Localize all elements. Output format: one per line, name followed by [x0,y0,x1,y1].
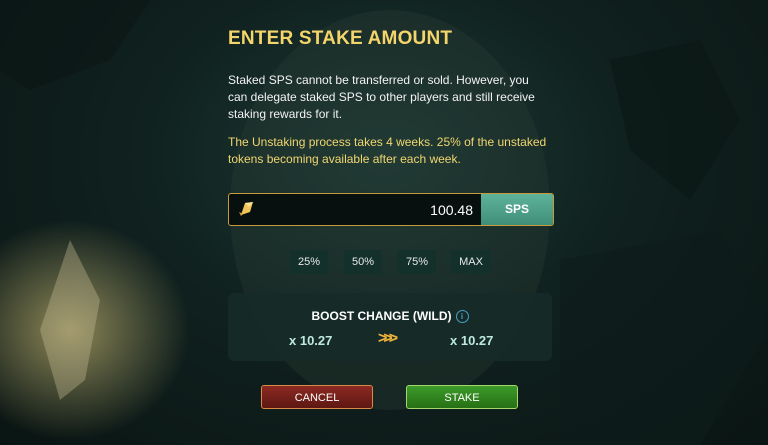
max-button[interactable]: MAX [451,250,491,274]
stake-amount-field[interactable]: SPS [228,193,554,226]
current-boost-value: x 10.27 [289,333,333,348]
boost-title-label: BOOST CHANGE (WILD) [311,309,452,323]
unit-label: SPS [481,194,553,225]
stake-amount-input[interactable] [259,194,473,225]
unstaking-note: The Unstaking process takes 4 weeks. 25%… [228,135,547,166]
percent-75-button[interactable]: 75% [398,250,436,274]
boost-change-panel: BOOST CHANGE (WILD) i x 10.27 >>> x 10.27 [228,293,552,361]
info-icon[interactable]: i [455,310,469,324]
modal-title: ENTER STAKE AMOUNT [228,28,453,49]
arrows-icon: >>> [378,330,398,347]
stake-button[interactable]: STAKE [406,385,518,409]
percent-50-button[interactable]: 50% [344,250,382,274]
new-boost-value: x 10.27 [450,333,494,348]
stake-description: Staked SPS cannot be transferred or sold… [228,73,535,121]
boost-title: BOOST CHANGE (WILD) i [228,309,552,324]
sps-token-icon [239,202,253,216]
percent-25-button[interactable]: 25% [290,250,328,274]
cancel-button[interactable]: CANCEL [261,385,373,409]
